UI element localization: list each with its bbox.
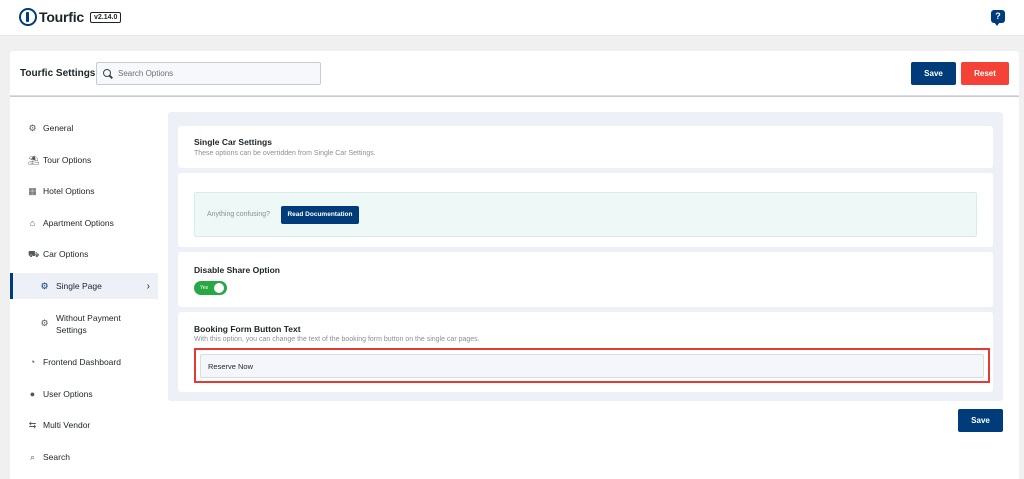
top-bar: Tourfic v2.14.0 ? xyxy=(0,0,1024,36)
booking-button-text-card: Booking Form Button Text With this optio… xyxy=(178,312,993,392)
help-chat-icon[interactable]: ? xyxy=(991,10,1005,26)
toggle-knob xyxy=(214,283,224,293)
share-option-title: Disable Share Option xyxy=(194,265,280,275)
settings-header: Tourfic Settings Save Reset xyxy=(10,51,1019,97)
disable-share-card: Disable Share Option Yes xyxy=(178,252,993,307)
documentation-notice: Anything confusing? Read Documentation xyxy=(194,192,977,237)
booking-button-text-input[interactable] xyxy=(200,354,984,378)
sidebar-item-apartment-options[interactable]: ⌂ Apartment Options xyxy=(10,211,158,235)
booking-button-description: With this option, you can change the tex… xyxy=(194,336,480,343)
sidebar-item-tour-options[interactable]: ⛱ Tour Options xyxy=(10,148,158,172)
version-badge: v2.14.0 xyxy=(90,11,122,23)
sidebar-item-label: Hotel Options xyxy=(43,186,95,196)
single-car-settings-card: Single Car Settings These options can be… xyxy=(178,126,993,168)
section-description: These options can be overridden from Sin… xyxy=(194,150,376,157)
sidebar-item-general[interactable]: ⚙ General xyxy=(10,116,158,140)
building-icon: ▦ xyxy=(28,185,37,196)
brand-logo[interactable]: Tourfic v2.14.0 xyxy=(19,8,122,26)
highlight-box xyxy=(194,348,990,383)
sidebar-item-without-payment-settings[interactable]: ⚙ Without Payment Settings xyxy=(10,310,158,338)
settings-content: Single Car Settings These options can be… xyxy=(168,112,1003,401)
sidebar-item-hotel-options[interactable]: ▦ Hotel Options xyxy=(10,179,158,203)
sidebar-item-single-page[interactable]: ⚙ Single Page › xyxy=(10,273,158,299)
disable-share-toggle[interactable]: Yes xyxy=(194,281,227,295)
toggle-state-label: Yes xyxy=(200,285,209,291)
sidebar-item-label: Car Options xyxy=(43,249,89,259)
sidebar-item-label: Without Payment Settings xyxy=(56,313,121,335)
sidebar-item-label: Search xyxy=(43,452,70,462)
booking-button-title: Booking Form Button Text xyxy=(194,324,301,334)
search-icon xyxy=(103,68,113,79)
brand-name: Tourfic xyxy=(39,9,85,25)
sidebar-item-label: Multi Vendor xyxy=(43,420,91,430)
section-title: Single Car Settings xyxy=(194,137,272,147)
sidebar-item-label: Frontend Dashboard xyxy=(43,357,121,367)
sidebar-item-label: Apartment Options xyxy=(43,218,114,228)
sidebar-item-search[interactable]: ⌕ Search xyxy=(10,445,158,469)
sidebar-item-label: General xyxy=(43,123,74,133)
chevron-right-icon: › xyxy=(146,280,150,292)
doc-help-text: Anything confusing? xyxy=(207,211,271,218)
sidebar-item-label: User Options xyxy=(43,389,93,399)
sidebar-item-user-options[interactable]: ● User Options xyxy=(10,382,158,406)
reset-button[interactable]: Reset xyxy=(961,62,1009,85)
car-icon: ⛟ xyxy=(28,248,40,259)
documentation-card: Anything confusing? Read Documentation xyxy=(178,173,993,247)
gear-icon: ⚙ xyxy=(40,318,49,328)
tourfic-logo-icon xyxy=(19,8,37,26)
sidebar-item-label: Single Page xyxy=(56,281,102,291)
search-box[interactable] xyxy=(96,62,321,85)
gear-icon: ⚙ xyxy=(28,122,37,133)
page-title: Tourfic Settings xyxy=(20,68,96,79)
sidebar-item-car-options[interactable]: ⛟ Car Options xyxy=(10,242,158,266)
dashboard-icon: ◔ xyxy=(29,356,36,367)
gear-icon: ⚙ xyxy=(40,280,49,291)
search-icon: ⌕ xyxy=(29,451,36,462)
read-documentation-button[interactable]: Read Documentation xyxy=(281,206,359,224)
save-button-top[interactable]: Save xyxy=(911,62,956,85)
sidebar-item-multi-vendor[interactable]: ⇆ Multi Vendor xyxy=(10,413,158,437)
user-icon: ● xyxy=(29,388,36,399)
beach-umbrella-icon: ⛱ xyxy=(28,154,40,165)
save-button-bottom[interactable]: Save xyxy=(958,409,1003,432)
home-icon: ⌂ xyxy=(29,217,36,228)
handshake-icon: ⇆ xyxy=(28,419,37,430)
search-input[interactable] xyxy=(118,69,308,78)
sidebar-item-label: Tour Options xyxy=(43,155,92,165)
sidebar-item-frontend-dashboard[interactable]: ◔ Frontend Dashboard xyxy=(10,350,158,374)
